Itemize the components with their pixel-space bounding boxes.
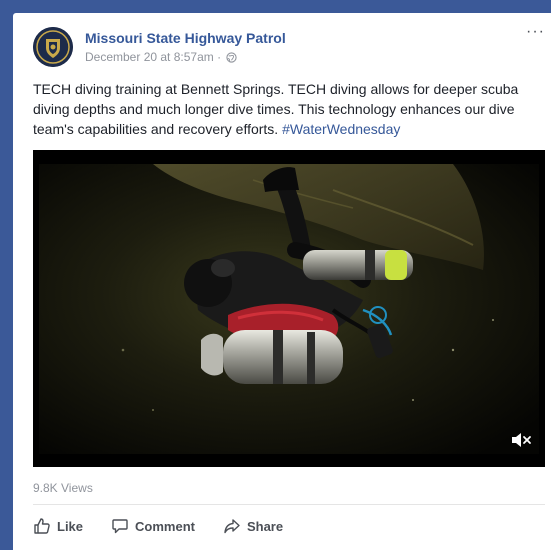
globe-icon: [226, 52, 238, 66]
post-body: TECH diving training at Bennett Springs.…: [33, 81, 519, 137]
video-player[interactable]: [33, 150, 545, 467]
post-card: Missouri State Highway Patrol December 2…: [13, 13, 551, 550]
page-name[interactable]: Missouri State Highway Patrol: [85, 30, 286, 46]
thumbs-up-icon: [34, 518, 50, 534]
post-timestamp[interactable]: December 20 at 8:57am: [85, 50, 214, 64]
hashtag-link[interactable]: #WaterWednesday: [282, 121, 400, 137]
action-divider: [33, 504, 545, 505]
avatar[interactable]: [33, 27, 73, 67]
patrol-badge-logo: [33, 27, 73, 67]
comment-label: Comment: [135, 518, 195, 534]
like-label: Like: [57, 518, 84, 534]
post-actions: Like Comment Share: [33, 513, 311, 539]
like-button[interactable]: Like: [33, 517, 83, 535]
meta-separator: ·: [217, 50, 222, 64]
video-frame: [33, 150, 545, 467]
more-options-button[interactable]: ···: [526, 23, 545, 41]
post-text: TECH diving training at Bennett Springs.…: [33, 79, 545, 139]
share-button[interactable]: Share: [223, 517, 283, 535]
comment-bubble-icon: [112, 519, 128, 534]
comment-button[interactable]: Comment: [111, 517, 195, 535]
muted-speaker-icon[interactable]: [511, 432, 533, 453]
share-label: Share: [246, 518, 284, 534]
view-count: 9.8K Views: [33, 481, 93, 495]
post-meta: December 20 at 8:57am ·: [85, 50, 238, 66]
share-arrow-icon: [224, 519, 240, 534]
